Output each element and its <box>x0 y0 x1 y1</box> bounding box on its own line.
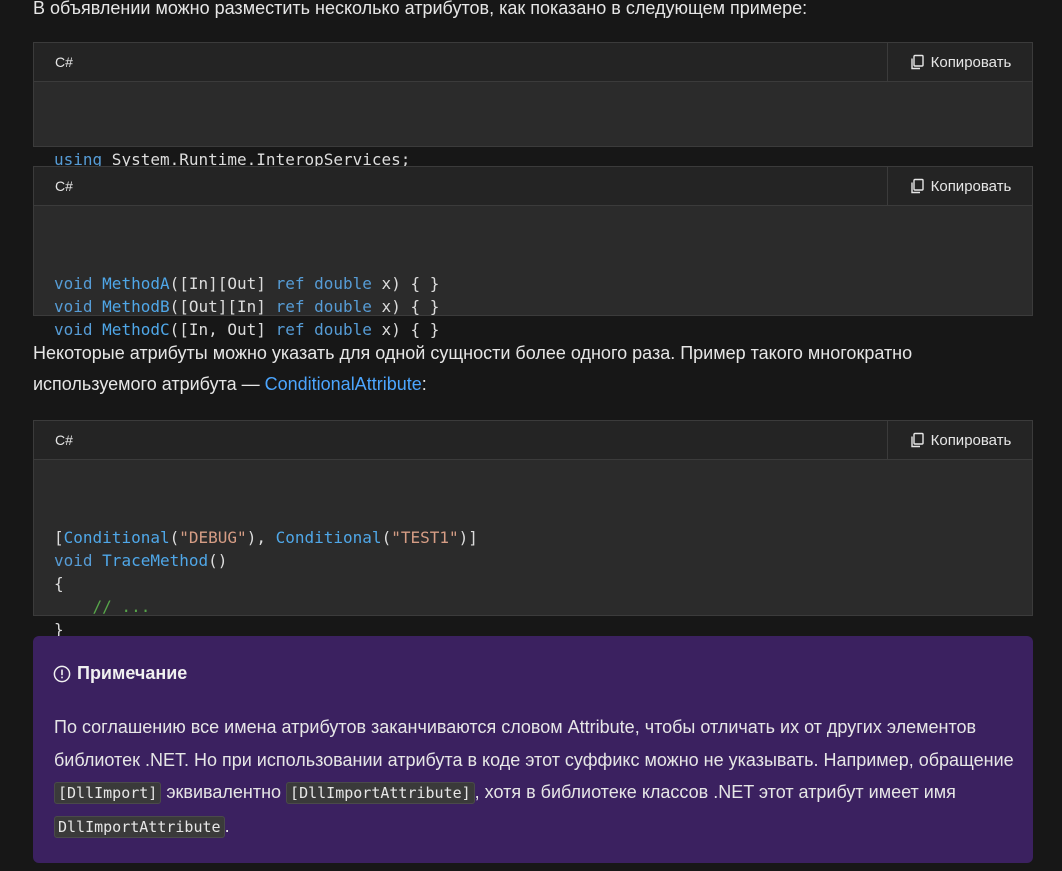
code-block-methods: C# Копировать void MethodA([In][Out] ref… <box>33 166 1033 339</box>
conditional-attribute-link[interactable]: ConditionalAttribute <box>265 374 422 394</box>
inline-code: [DllImportAttribute] <box>286 782 475 804</box>
code-token: void <box>54 274 93 293</box>
code-token: x) { } <box>371 320 440 339</box>
code-language-label: C# <box>55 432 73 448</box>
code-token: double <box>314 297 372 316</box>
code-lines: void MethodA([In][Out] ref double x) { }… <box>54 272 1012 341</box>
code-token: void <box>54 297 93 316</box>
code-token: void <box>54 320 93 339</box>
copy-button-label: Копировать <box>930 53 1012 71</box>
paragraph-multiple-attributes: Некоторые атрибуты можно указать для одн… <box>33 338 1031 400</box>
code-token: ref <box>275 297 305 316</box>
code-language-label: C# <box>55 178 73 194</box>
copy-icon <box>910 54 924 70</box>
code-line: [Conditional("DEBUG"), Conditional("TEST… <box>54 526 1012 549</box>
code-token: ([In][Out] <box>169 274 276 293</box>
code-token: [ <box>54 528 64 547</box>
code-token: )] <box>458 528 478 547</box>
copy-button-label: Копировать <box>930 177 1012 195</box>
inline-code: [DllImport] <box>54 782 162 804</box>
code-token: TraceMethod <box>102 551 209 570</box>
code-token: Conditional <box>63 528 170 547</box>
code-token: ), <box>246 528 276 547</box>
copy-button[interactable]: Копировать <box>887 167 1032 205</box>
copy-button-label: Копировать <box>930 431 1012 449</box>
code-language-label: C# <box>55 54 73 70</box>
code-token: MethodA <box>102 274 170 293</box>
copy-button[interactable]: Копировать <box>887 43 1032 81</box>
code-token: ([Out][In] <box>169 297 276 316</box>
code-token: ( <box>381 528 392 547</box>
note-title: Примечание <box>53 663 187 684</box>
paragraph-text: Некоторые атрибуты можно указать для одн… <box>33 343 913 394</box>
note-text: По соглашению все имена атрибутов заканч… <box>54 717 1014 770</box>
code-token: ref <box>275 274 305 293</box>
code-token: ( <box>169 528 180 547</box>
code-token: double <box>314 320 372 339</box>
code-block-conditional: C# Копировать [Conditional("DEBUG"), Con… <box>33 420 1033 639</box>
code-token: MethodB <box>102 297 170 316</box>
note-text: . <box>224 815 230 836</box>
note-text: эквивалентно <box>161 782 287 802</box>
code-token: () <box>208 551 228 570</box>
code-block-header: C# Копировать <box>34 421 1032 460</box>
code-token: "DEBUG" <box>179 528 247 547</box>
code-block-header: C# Копировать <box>34 43 1032 82</box>
code-lines: [Conditional("DEBUG"), Conditional("TEST… <box>54 526 1012 641</box>
code-body: using System.Runtime.InteropServices; <box>34 82 1032 169</box>
code-line: void MethodA([In][Out] ref double x) { } <box>54 272 1012 295</box>
info-circle-icon <box>53 665 71 682</box>
code-line: void TraceMethod() <box>54 549 1012 572</box>
code-token: ([In, Out] <box>169 320 276 339</box>
copy-icon <box>910 178 924 194</box>
code-token: { <box>54 574 64 593</box>
code-token: ref <box>275 320 305 339</box>
code-body: void MethodA([In][Out] ref double x) { }… <box>34 206 1032 339</box>
code-token: MethodC <box>102 320 170 339</box>
code-line: void MethodB([Out][In] ref double x) { } <box>54 295 1012 318</box>
code-token: double <box>314 274 372 293</box>
note-text: , хотя в библиотеке классов .NET этот ат… <box>474 782 956 802</box>
code-block-header: C# Копировать <box>34 167 1032 206</box>
note-title-text: Примечание <box>77 663 188 683</box>
note-body: По соглашению все имена атрибутов заканч… <box>54 711 1014 843</box>
intro-paragraph: В объявлении можно разместить несколько … <box>33 0 808 18</box>
copy-button[interactable]: Копировать <box>887 421 1032 459</box>
inline-code: DllImportAttribute <box>54 815 225 838</box>
code-line: // ... <box>54 595 1012 618</box>
code-body: [Conditional("DEBUG"), Conditional("TEST… <box>34 460 1032 639</box>
code-token: x) { } <box>371 297 440 316</box>
code-token: Conditional <box>275 528 382 547</box>
code-token: // ... <box>92 597 151 616</box>
code-line: { <box>54 572 1012 595</box>
code-block-using: C# Копировать using System.Runtime.Inter… <box>33 42 1033 169</box>
code-token: "TEST1" <box>391 528 459 547</box>
code-token: void <box>54 551 93 570</box>
copy-icon <box>910 432 924 448</box>
code-token: x) { } <box>371 274 440 293</box>
paragraph-text-end: : <box>421 374 427 394</box>
note-callout: Примечание По соглашению все имена атриб… <box>33 636 1033 863</box>
